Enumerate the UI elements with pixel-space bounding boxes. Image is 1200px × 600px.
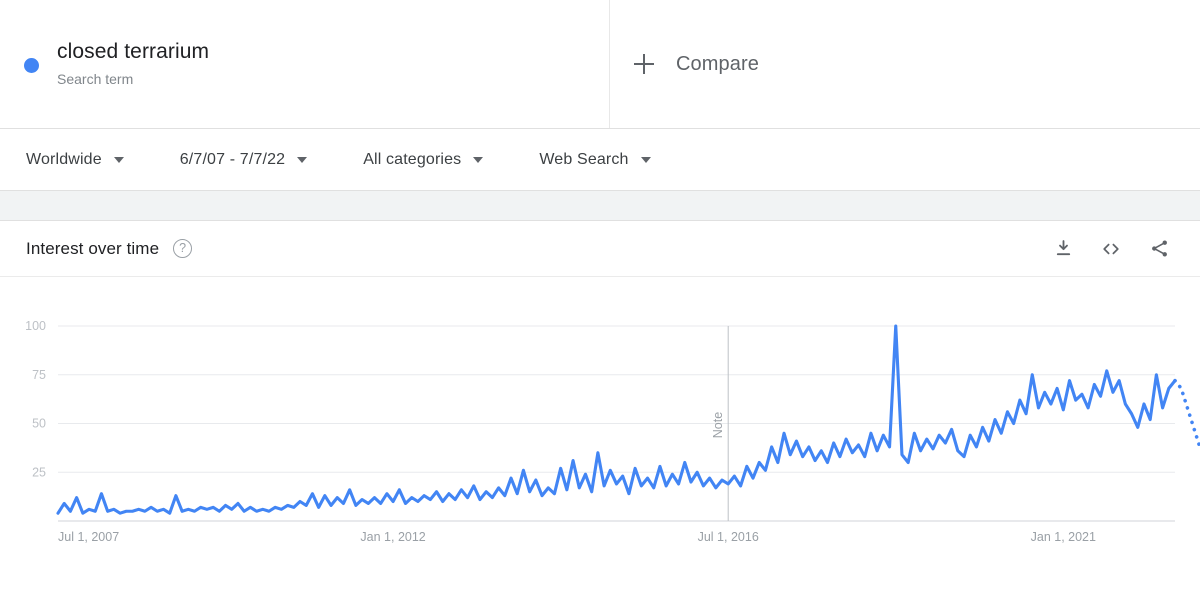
filter-bar: Worldwide 6/7/07 - 7/7/22 All categories… — [0, 129, 1200, 191]
filter-location-label: Worldwide — [26, 150, 102, 168]
filter-category-label: All categories — [363, 150, 462, 168]
filter-date-range-label: 6/7/07 - 7/7/22 — [179, 150, 286, 168]
x-axis-tick-label: Jul 1, 2016 — [698, 530, 759, 544]
chart-x-axis-ticks: Jul 1, 2007 Jan 1, 2012 Jul 1, 2016 Jan 1, … — [58, 530, 1096, 544]
chevron-down-icon — [113, 156, 124, 163]
chevron-down-icon — [473, 156, 484, 163]
y-axis-tick-label: 25 — [32, 465, 46, 479]
search-term-title: closed terrarium — [57, 40, 210, 63]
series-color-dot — [24, 57, 39, 73]
chart-title: Interest over time — [26, 238, 160, 258]
search-term-card[interactable]: closed terrarium Search term — [0, 0, 610, 128]
annotation-label: Note — [711, 412, 725, 438]
chart-svg: 255075100 Jul 1, 2007 Jan 1, 2012 Jul 1, 2… — [25, 319, 1200, 544]
google-trends-page: closed terrarium Search term Compare Wor… — [0, 0, 1200, 600]
filter-category[interactable]: All categories — [363, 150, 484, 169]
search-term-bar: closed terrarium Search term Compare — [0, 0, 1200, 129]
chart-y-axis-ticks: 25 50 75 100 — [25, 319, 46, 479]
help-icon[interactable]: ? — [173, 239, 193, 258]
plus-icon — [632, 52, 656, 76]
download-icon[interactable] — [1046, 232, 1080, 266]
series-line-solid — [56, 324, 1177, 515]
interest-over-time-chart[interactable]: 25 50 75 100 Jul 1, 2007 Jan 1, 2012 Jul 1, 2… — [0, 277, 1200, 577]
chart-header: Interest over time ? — [0, 221, 1200, 277]
x-axis-tick-label: Jan 1, 2012 — [360, 530, 425, 544]
filter-search-type[interactable]: Web Search — [539, 150, 651, 169]
chart-series-line — [56, 324, 1200, 515]
compare-cell: Compare — [610, 0, 1200, 128]
interest-over-time-card: Interest over time ? 25 50 75 100 Jul 1,… — [0, 221, 1200, 577]
embed-icon[interactable] — [1094, 232, 1128, 266]
chevron-down-icon — [297, 156, 308, 163]
compare-label: Compare — [676, 52, 759, 75]
search-term-subtitle: Search term — [57, 71, 134, 87]
filter-date-range[interactable]: 6/7/07 - 7/7/22 — [179, 150, 308, 169]
y-axis-tick-label: 75 — [32, 368, 46, 382]
filter-search-type-label: Web Search — [539, 150, 629, 168]
x-axis-tick-label: Jul 1, 2007 — [58, 530, 119, 544]
y-axis-tick-label: 50 — [32, 417, 46, 431]
series-line-partial — [1173, 378, 1200, 449]
section-separator — [0, 191, 1200, 221]
y-axis-tick-label: 100 — [25, 319, 46, 333]
x-axis-tick-label: Jan 1, 2021 — [1031, 530, 1096, 544]
share-icon[interactable] — [1142, 232, 1176, 266]
filter-location[interactable]: Worldwide — [26, 151, 124, 169]
compare-button[interactable]: Compare — [632, 52, 759, 76]
chart-gridlines — [58, 325, 1175, 522]
chevron-down-icon — [640, 156, 651, 163]
